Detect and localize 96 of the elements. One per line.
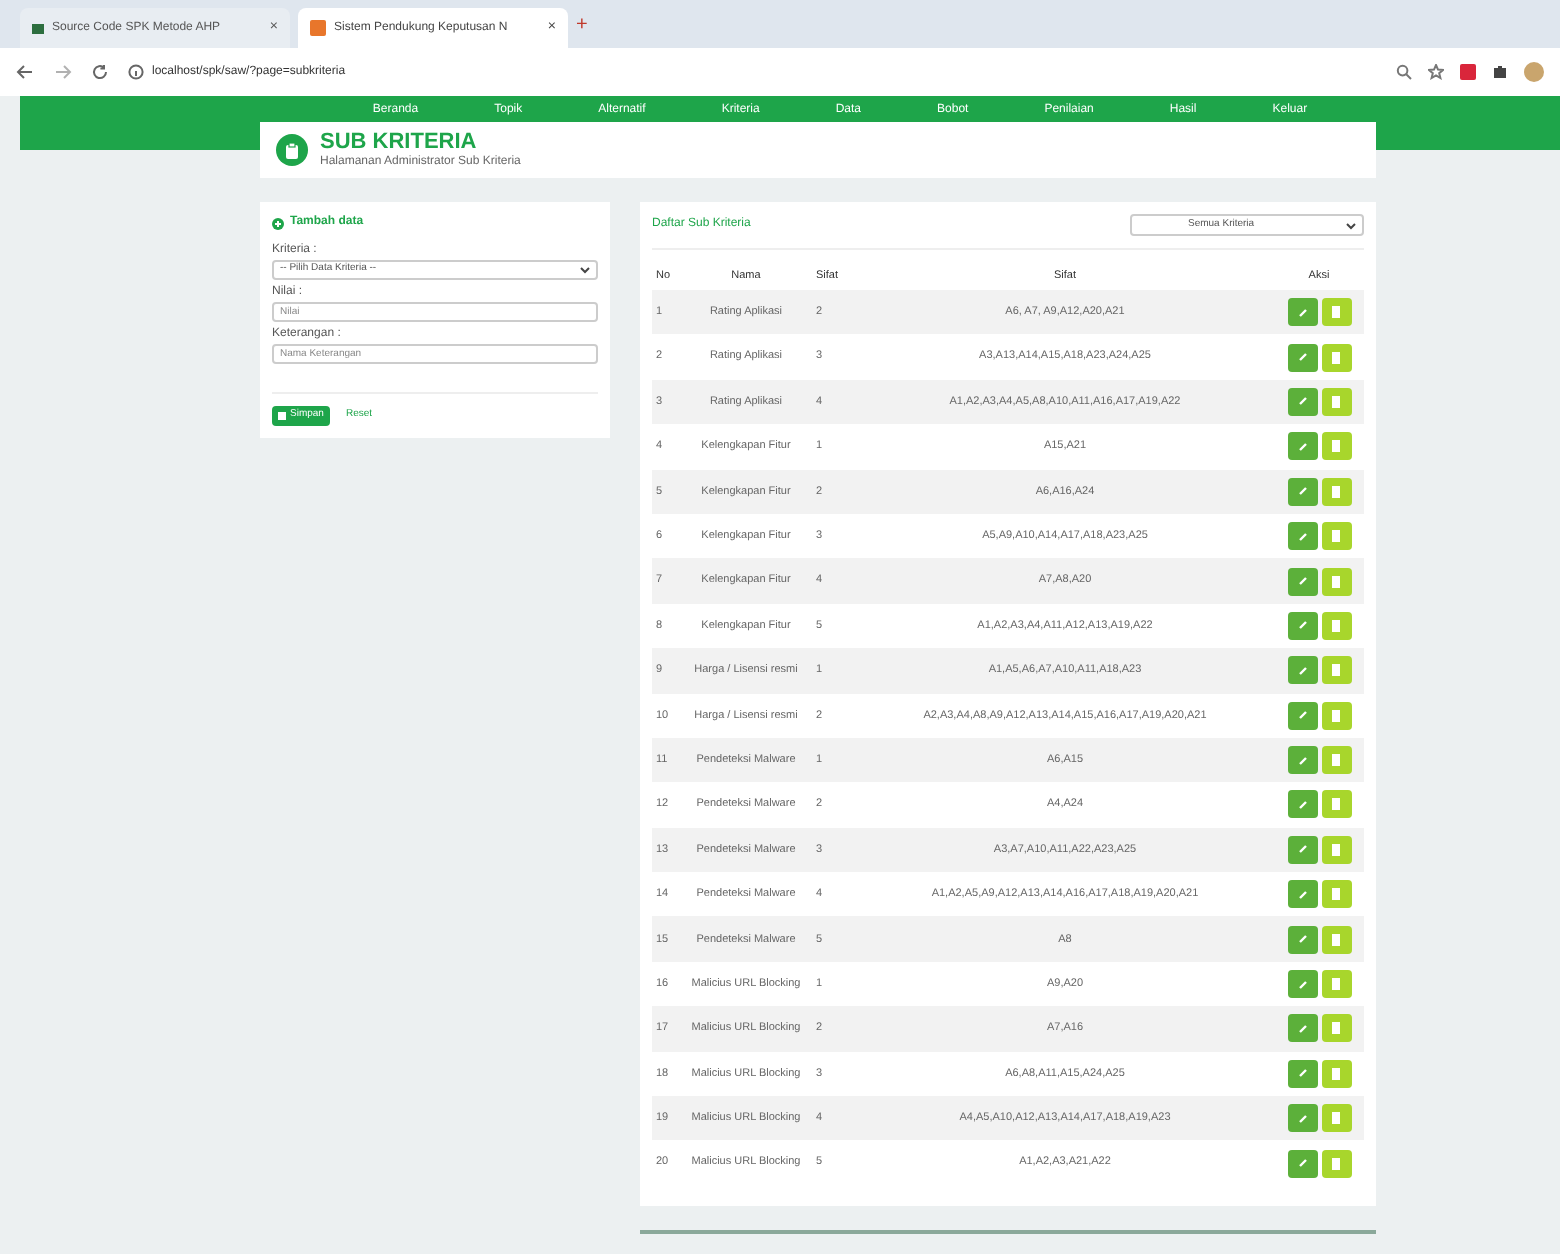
trash-icon	[1332, 843, 1340, 856]
edit-button[interactable]	[1287, 880, 1317, 909]
trash-icon	[1332, 798, 1340, 811]
delete-button[interactable]	[1321, 343, 1351, 372]
delete-button[interactable]	[1321, 1014, 1351, 1043]
pencil-icon	[1297, 889, 1307, 900]
edit-button[interactable]	[1287, 567, 1317, 596]
edit-button[interactable]	[1287, 477, 1317, 506]
pencil-icon	[1297, 1113, 1307, 1124]
delete-button[interactable]	[1321, 790, 1351, 819]
trash-icon	[1332, 933, 1340, 946]
pencil-icon	[1297, 531, 1307, 542]
delete-button[interactable]	[1321, 432, 1351, 461]
back-icon[interactable]	[16, 64, 34, 80]
edit-button[interactable]	[1287, 746, 1317, 775]
edit-button[interactable]	[1287, 656, 1317, 685]
reload-icon[interactable]	[92, 64, 108, 80]
edit-button[interactable]	[1287, 432, 1317, 461]
new-tab-button[interactable]: +	[576, 10, 588, 40]
pencil-icon	[1297, 755, 1307, 766]
pencil-icon	[1297, 1158, 1307, 1169]
edit-button[interactable]	[1287, 522, 1317, 551]
trash-icon	[1332, 575, 1340, 588]
trash-icon	[1332, 754, 1340, 767]
edit-button[interactable]	[1287, 387, 1317, 416]
info-icon	[128, 64, 144, 80]
star-icon[interactable]	[1428, 64, 1444, 80]
edit-button[interactable]	[1287, 1059, 1317, 1088]
delete-button[interactable]	[1321, 835, 1351, 864]
pencil-icon	[1297, 665, 1307, 676]
edit-button[interactable]	[1287, 1149, 1317, 1178]
trash-icon	[1332, 530, 1340, 543]
delete-button[interactable]	[1321, 746, 1351, 775]
clipboard-icon	[276, 134, 308, 166]
edit-button[interactable]	[1287, 1014, 1317, 1043]
edit-button[interactable]	[1287, 298, 1317, 327]
pencil-icon	[1297, 576, 1307, 587]
trash-icon	[1332, 351, 1340, 364]
plus-icon	[272, 217, 284, 229]
delete-button[interactable]	[1321, 522, 1351, 551]
edit-button[interactable]	[1287, 343, 1317, 372]
pencil-icon	[1297, 979, 1307, 990]
edit-button[interactable]	[1287, 701, 1317, 730]
trash-icon	[1332, 978, 1340, 991]
pencil-icon	[1297, 799, 1307, 810]
delete-button[interactable]	[1321, 970, 1351, 999]
delete-button[interactable]	[1321, 611, 1351, 640]
pencil-icon	[1297, 1023, 1307, 1034]
extension-icon[interactable]	[1460, 64, 1476, 80]
trash-icon	[1332, 709, 1340, 722]
trash-icon	[1332, 1157, 1340, 1170]
edit-button[interactable]	[1287, 925, 1317, 954]
pencil-icon	[1297, 396, 1307, 407]
pencil-icon	[1297, 352, 1307, 363]
delete-button[interactable]	[1321, 387, 1351, 416]
search-icon[interactable]	[1396, 64, 1412, 80]
pencil-icon	[1297, 486, 1307, 497]
pencil-icon	[1297, 620, 1307, 631]
pencil-icon	[1297, 710, 1307, 721]
chevron-down-icon	[580, 266, 590, 274]
pencil-icon	[1297, 1068, 1307, 1079]
trash-icon	[1332, 1022, 1340, 1035]
edit-button[interactable]	[1287, 611, 1317, 640]
edit-button[interactable]	[1287, 790, 1317, 819]
delete-button[interactable]	[1321, 656, 1351, 685]
delete-button[interactable]	[1321, 880, 1351, 909]
delete-button[interactable]	[1321, 298, 1351, 327]
trash-icon	[1332, 1067, 1340, 1080]
trash-icon	[1332, 395, 1340, 408]
favicon-icon	[310, 20, 326, 36]
favicon-icon	[32, 23, 44, 33]
pencil-icon	[1297, 934, 1307, 945]
save-icon	[278, 412, 286, 420]
delete-button[interactable]	[1321, 925, 1351, 954]
trash-icon	[1332, 619, 1340, 632]
edit-button[interactable]	[1287, 1104, 1317, 1133]
delete-button[interactable]	[1321, 567, 1351, 596]
chevron-down-icon	[1346, 221, 1356, 229]
delete-button[interactable]	[1321, 1059, 1351, 1088]
edit-button[interactable]	[1287, 970, 1317, 999]
trash-icon	[1332, 888, 1340, 901]
trash-icon	[1332, 440, 1340, 453]
avatar-icon[interactable]	[1524, 62, 1544, 82]
trash-icon	[1332, 1112, 1340, 1125]
edit-button[interactable]	[1287, 835, 1317, 864]
trash-icon	[1332, 306, 1340, 319]
delete-button[interactable]	[1321, 701, 1351, 730]
pencil-icon	[1297, 307, 1307, 318]
pencil-icon	[1297, 441, 1307, 452]
trash-icon	[1332, 664, 1340, 677]
pencil-icon	[1297, 844, 1307, 855]
delete-button[interactable]	[1321, 1149, 1351, 1178]
trash-icon	[1332, 485, 1340, 498]
page-title: SUB KRITERIA	[320, 129, 479, 153]
delete-button[interactable]	[1321, 1104, 1351, 1133]
delete-button[interactable]	[1321, 477, 1351, 506]
